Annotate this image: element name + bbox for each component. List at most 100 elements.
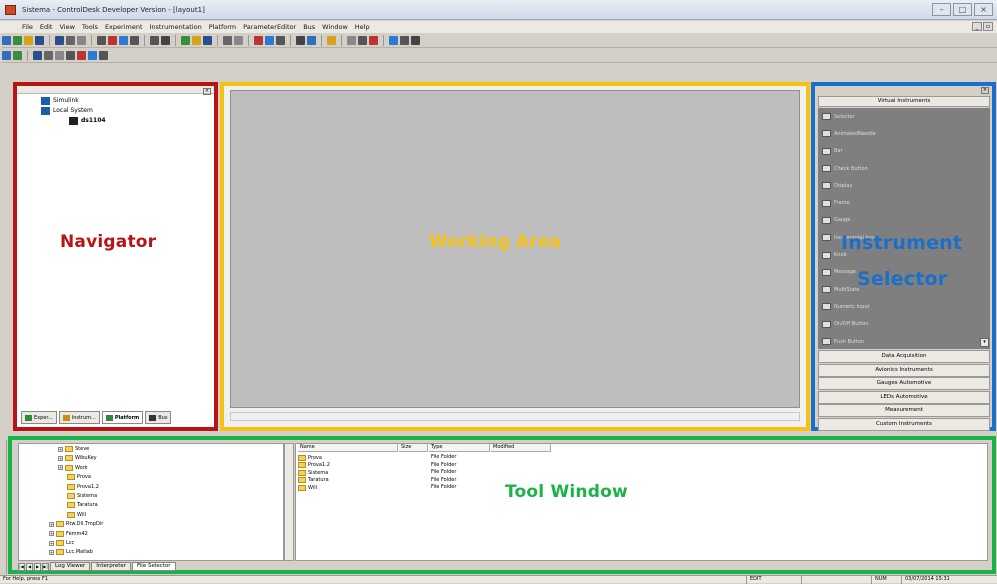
expand-icon[interactable]: +: [58, 465, 63, 471]
file-row[interactable]: Taratura: [298, 477, 329, 484]
menu-item-edit[interactable]: Edit: [40, 23, 53, 31]
instrument-item[interactable]: Display: [818, 177, 990, 194]
instrument-item[interactable]: Selector: [818, 108, 990, 125]
toolbar-button[interactable]: [99, 51, 108, 60]
instrument-item[interactable]: Push Button: [818, 333, 990, 350]
mdi-minimize-button[interactable]: _: [972, 22, 982, 31]
expand-icon[interactable]: +: [49, 549, 54, 555]
toolbar-button[interactable]: [369, 36, 378, 45]
category-button[interactable]: Measurement: [818, 404, 990, 418]
file-row[interactable]: Prova: [298, 454, 322, 461]
tree-scrollbar[interactable]: [284, 443, 294, 561]
toolbar-button[interactable]: [223, 36, 232, 45]
menu-item-view[interactable]: View: [59, 23, 74, 31]
category-button[interactable]: Gauges Automotive: [818, 377, 990, 391]
tab-platform[interactable]: Platform: [101, 411, 144, 424]
toolbar-button[interactable]: [400, 36, 409, 45]
instrument-item[interactable]: On/Off Button: [818, 316, 990, 333]
toolbar-button[interactable]: [35, 36, 44, 45]
file-row[interactable]: Will: [298, 484, 317, 491]
file-row[interactable]: Sistema: [298, 469, 328, 476]
toolbar-button[interactable]: [119, 36, 128, 45]
toolbar-button[interactable]: [77, 51, 86, 60]
navigator-tree-item[interactable]: Local System: [25, 106, 106, 116]
toolbar-button[interactable]: [411, 36, 420, 45]
instrument-item[interactable]: AnimatedNeedle: [818, 125, 990, 142]
working-area-hscroll[interactable]: [230, 412, 800, 421]
toolbar-button[interactable]: [150, 36, 159, 45]
menu-item-tools[interactable]: Tools: [82, 23, 98, 31]
expand-icon[interactable]: +: [58, 455, 63, 461]
folder-tree-item[interactable]: Sistema: [67, 492, 97, 500]
menu-item-file[interactable]: File: [22, 23, 33, 31]
menu-item-instrumentation[interactable]: Instrumentation: [150, 23, 202, 31]
folder-tree-item[interactable]: Will: [67, 511, 86, 519]
toolbar-button[interactable]: [2, 51, 11, 60]
toolbar-button[interactable]: [13, 36, 22, 45]
toolbar-button[interactable]: [389, 36, 398, 45]
menu-item-bus[interactable]: Bus: [303, 23, 315, 31]
category-button[interactable]: Data Acquisition: [818, 350, 990, 363]
expand-icon[interactable]: +: [49, 521, 54, 527]
toolbar-button[interactable]: [24, 36, 33, 45]
close-button[interactable]: ×: [974, 3, 993, 16]
toolbar-button[interactable]: [327, 36, 336, 45]
expand-icon[interactable]: +: [58, 446, 63, 452]
toolbar-button[interactable]: [55, 36, 64, 45]
virtual-instruments-header[interactable]: Virtual Instruments: [818, 96, 990, 107]
folder-tree-item[interactable]: + Lcc.Matlab: [49, 548, 93, 556]
toolbar-button[interactable]: [254, 36, 263, 45]
tab-exper[interactable]: Exper...: [21, 411, 57, 424]
folder-tree-item[interactable]: + Work: [58, 464, 88, 472]
toolbar-button[interactable]: [307, 36, 316, 45]
category-button[interactable]: Custom Instruments: [818, 418, 990, 431]
tab-fileselector[interactable]: File Selector: [132, 562, 176, 571]
tab-instrum[interactable]: Instrum...: [58, 411, 100, 424]
tab-scroll-icon[interactable]: ▶: [34, 562, 41, 571]
expand-icon[interactable]: +: [49, 540, 54, 546]
toolbar-button[interactable]: [347, 36, 356, 45]
mdi-restore-button[interactable]: ▫: [983, 22, 993, 31]
folder-tree-item[interactable]: + Rtw.Dll.TmpDir: [49, 520, 103, 528]
toolbar-button[interactable]: [265, 36, 274, 45]
toolbar-button[interactable]: [55, 51, 64, 60]
maximize-button[interactable]: □: [953, 3, 972, 16]
toolbar-button[interactable]: [358, 36, 367, 45]
folder-tree-item[interactable]: Taratura: [67, 501, 98, 509]
column-header-type[interactable]: Type: [429, 444, 490, 452]
toolbar-button[interactable]: [234, 36, 243, 45]
scroll-down-icon[interactable]: ▾: [980, 338, 989, 347]
tab-scroll-icon[interactable]: ◀: [26, 562, 33, 571]
category-button[interactable]: LEDs Automotive: [818, 390, 990, 404]
folder-tree-item[interactable]: Prova1.2: [67, 483, 99, 491]
instrument-item[interactable]: Numeric Input: [818, 298, 990, 315]
toolbar-button[interactable]: [276, 36, 285, 45]
toolbar-button[interactable]: [88, 51, 97, 60]
instrument-item[interactable]: Bar: [818, 143, 990, 160]
toolbar-button[interactable]: [130, 36, 139, 45]
navigator-tree-item[interactable]: ds1104: [25, 116, 106, 126]
minimize-button[interactable]: –: [932, 3, 951, 16]
tab-interpreter[interactable]: Interpreter: [91, 562, 132, 571]
toolbar-button[interactable]: [161, 36, 170, 45]
folder-tree-item[interactable]: Prova: [67, 473, 91, 481]
file-row[interactable]: Prova1.2: [298, 462, 330, 469]
category-button[interactable]: Avionics Instruments: [818, 363, 990, 377]
column-header-modified[interactable]: Modified: [491, 444, 551, 452]
folder-tree-item[interactable]: + WibuKey: [58, 454, 97, 462]
toolbar-button[interactable]: [2, 36, 11, 45]
instrument-item[interactable]: Gauge: [818, 212, 990, 229]
menu-item-window[interactable]: Window: [322, 23, 348, 31]
tab-scroll-icon[interactable]: |◀: [18, 562, 25, 571]
instrument-item[interactable]: Check Button: [818, 160, 990, 177]
tab-scroll-icon[interactable]: ▶|: [42, 562, 49, 571]
folder-tree-item[interactable]: + Steve: [58, 445, 89, 453]
menu-item-platform[interactable]: Platform: [209, 23, 236, 31]
toolbar-button[interactable]: [13, 51, 22, 60]
toolbar-button[interactable]: [97, 36, 106, 45]
toolbar-button[interactable]: [181, 36, 190, 45]
tab-bus[interactable]: Bus: [145, 411, 172, 424]
instrument-item[interactable]: Frame: [818, 194, 990, 211]
toolbar-button[interactable]: [66, 51, 75, 60]
toolbar-button[interactable]: [44, 51, 53, 60]
